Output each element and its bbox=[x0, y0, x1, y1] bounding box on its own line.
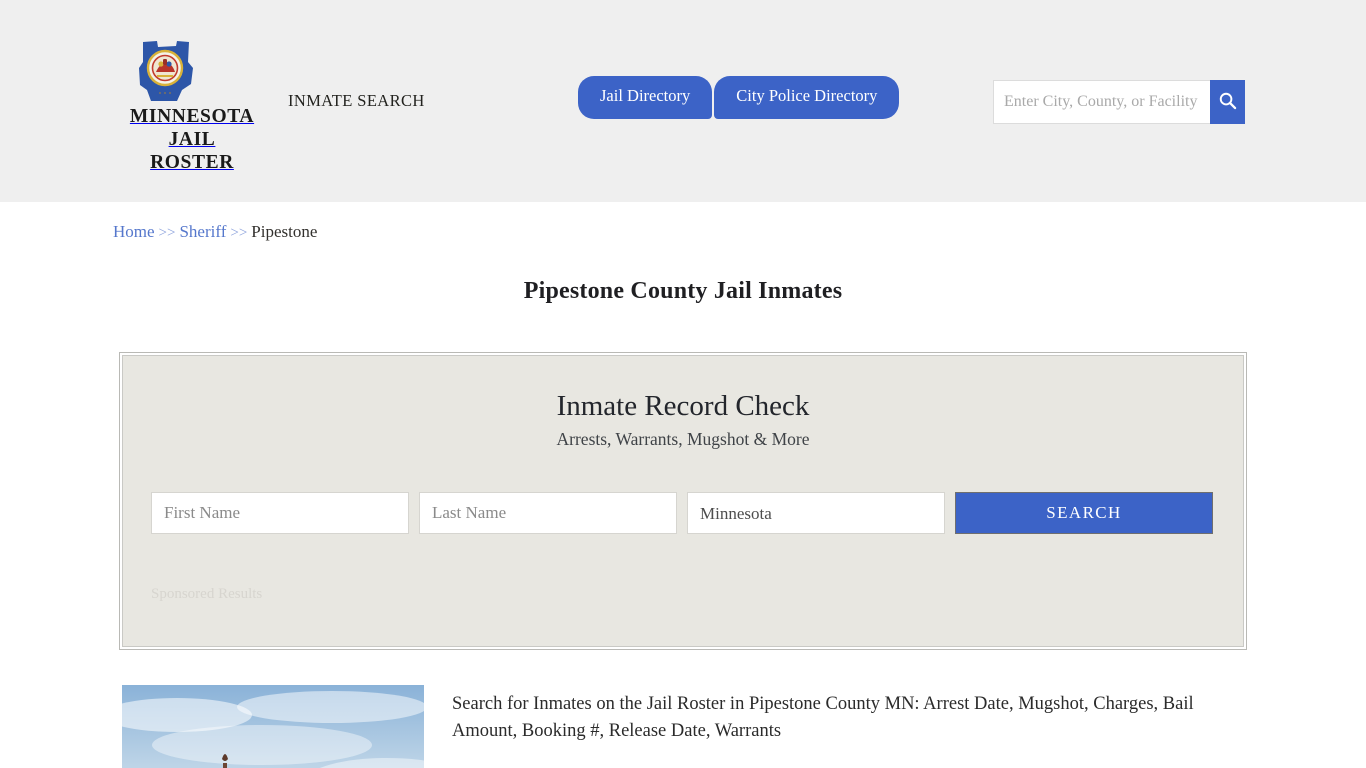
breadcrumb-sheriff[interactable]: Sheriff bbox=[179, 222, 226, 241]
header-search-input[interactable] bbox=[993, 80, 1210, 124]
breadcrumb-home[interactable]: Home bbox=[113, 222, 155, 241]
courthouse-clock-tower-image bbox=[122, 685, 424, 768]
breadcrumb-separator-2: >> bbox=[230, 225, 248, 241]
primary-nav: Jail Directory City Police Directory bbox=[578, 76, 900, 119]
header-search-button[interactable] bbox=[1209, 80, 1245, 124]
breadcrumb-separator-1: >> bbox=[158, 225, 176, 241]
search-icon bbox=[1218, 91, 1237, 113]
breadcrumb: Home >> Sheriff >> Pipestone bbox=[113, 202, 1253, 242]
breadcrumb-current: Pipestone bbox=[251, 222, 318, 241]
site-header: MINNESOTA JAIL ROSTER INMATE SEARCH Jail… bbox=[0, 0, 1366, 202]
content-column: Search for Inmates on the Jail Roster in… bbox=[452, 685, 1244, 768]
inmate-record-check-card: Inmate Record Check Arrests, Warrants, M… bbox=[119, 352, 1247, 650]
header-inner: MINNESOTA JAIL ROSTER INMATE SEARCH Jail… bbox=[113, 0, 1253, 202]
content-row: Search for Inmates on the Jail Roster in… bbox=[122, 685, 1244, 768]
logo-text-line2: JAIL ROSTER bbox=[150, 128, 234, 173]
site-tagline: INMATE SEARCH bbox=[288, 91, 425, 110]
sponsored-results-label: Sponsored Results bbox=[151, 586, 263, 603]
header-search bbox=[993, 80, 1245, 124]
card-title: Inmate Record Check bbox=[556, 390, 810, 422]
state-select[interactable]: Minnesota bbox=[687, 492, 945, 535]
first-name-input[interactable] bbox=[151, 492, 409, 535]
logo-text-line1: MINNESOTA bbox=[129, 106, 255, 127]
page-lede: Search for Inmates on the Jail Roster in… bbox=[452, 694, 1194, 742]
record-check-form: Minnesota SEARCH bbox=[149, 492, 1217, 535]
page-title: Pipestone County Jail Inmates bbox=[523, 278, 843, 304]
nav-jail-directory[interactable]: Jail Directory bbox=[578, 76, 713, 119]
site-logo[interactable]: MINNESOTA JAIL ROSTER bbox=[127, 38, 257, 174]
record-check-search-button[interactable]: SEARCH bbox=[955, 492, 1213, 535]
card-subtitle: Arrests, Warrants, Mugshot & More bbox=[556, 429, 810, 450]
nav-city-police-directory[interactable]: City Police Directory bbox=[714, 76, 900, 119]
minnesota-state-seal-icon bbox=[127, 38, 257, 106]
last-name-input[interactable] bbox=[419, 492, 677, 535]
